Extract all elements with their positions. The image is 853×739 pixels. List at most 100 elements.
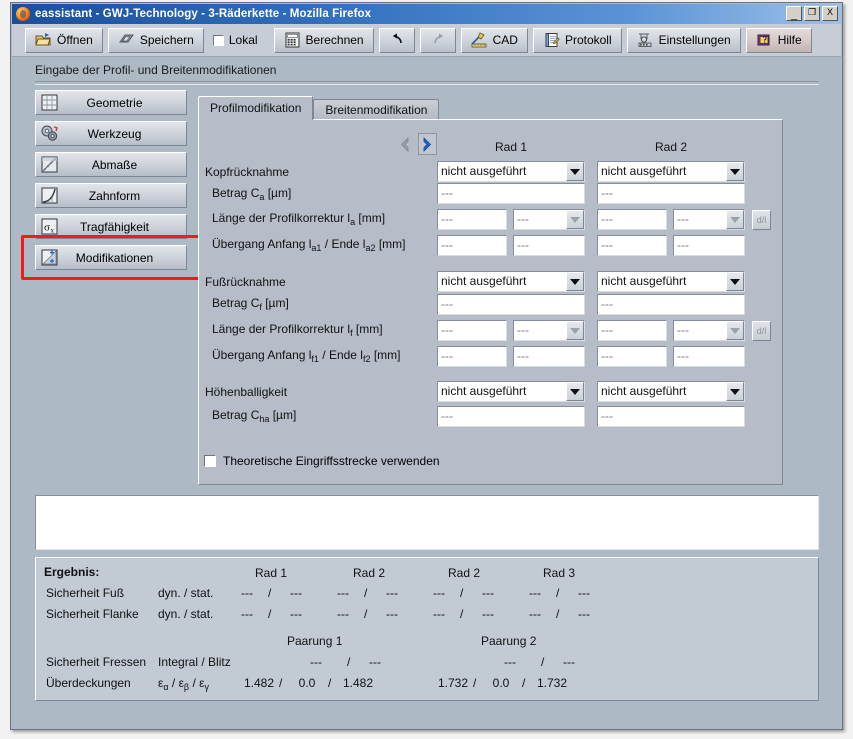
select-value: nicht ausgeführt <box>441 384 527 398</box>
modify-icon <box>40 248 59 267</box>
results-col-header-1: Rad 1 <box>255 566 288 580</box>
sidebar-item-abmasse[interactable]: Abmaße <box>35 152 187 177</box>
uebergang-la1-rad2[interactable]: --- <box>597 235 667 256</box>
results-row-unit-2: dyn. / stat. <box>158 607 214 621</box>
uebergang-lf2-rad1[interactable]: --- <box>513 346 585 367</box>
maximize-button[interactable]: ❐ <box>804 6 820 21</box>
minimize-button[interactable]: _ <box>786 6 802 21</box>
chevron-left-icon <box>400 136 409 152</box>
uebergang-lf2-rad2[interactable]: --- <box>673 346 745 367</box>
redo-button[interactable] <box>419 27 456 53</box>
window-title-bar: eassistant - GWJ-Technology - 3-Räderket… <box>12 4 841 24</box>
protocol-button-label: Protokoll <box>564 33 612 47</box>
uebergang-lf1-rad1[interactable]: --- <box>437 346 507 367</box>
dl-toggle-button-kopf[interactable]: d/l <box>752 210 771 230</box>
local-checkbox[interactable]: Lokal <box>209 28 264 53</box>
pairing-header-2: Paarung 2 <box>481 634 537 648</box>
uebergang-la1-rad1[interactable]: --- <box>437 235 507 256</box>
redo-icon <box>431 32 445 48</box>
window-controls: _ ❐ X <box>786 6 838 21</box>
theoretical-path-checkbox[interactable]: Theoretische Eingriffsstrecke verwenden <box>204 454 440 468</box>
results-row-unit-1: dyn. / stat. <box>158 586 214 600</box>
label-uebergang-la: Übergang Anfang la1 / Ende la2 [mm] <box>212 237 406 253</box>
results-value: --- <box>482 586 494 600</box>
wheel-pager <box>396 133 437 155</box>
select-value: --- <box>517 323 529 337</box>
sidebar-item-label: Modifikationen <box>75 250 154 265</box>
sidebar-item-modifikationen[interactable]: Modifikationen <box>35 245 187 270</box>
laenge-la-rad2-value[interactable]: --- <box>597 209 667 230</box>
label-laenge-lf: Länge der Profilkorrektur lf [mm] <box>212 322 383 338</box>
results-value: --- <box>578 586 590 600</box>
chevron-down-icon <box>726 272 744 291</box>
laenge-lf-rad2-unit[interactable]: --- <box>673 320 745 341</box>
pair-row-label-1: Sicherheit Fressen <box>46 655 147 669</box>
betrag-ca-rad2[interactable]: --- <box>597 183 745 204</box>
laenge-lf-rad2-value[interactable]: --- <box>597 320 667 341</box>
dl-toggle-button-fuss[interactable]: d/l <box>752 321 771 341</box>
close-button[interactable]: X <box>822 6 838 21</box>
hoehenballigkeit-select-rad2[interactable]: nicht ausgeführt <box>597 381 745 402</box>
save-button[interactable]: Speichern <box>107 27 204 53</box>
sidebar-item-label: Zahnform <box>88 188 141 203</box>
curve-icon <box>40 186 59 205</box>
calculate-button[interactable]: Berechnen <box>273 27 374 53</box>
tab-breitenmodifikation[interactable]: Breitenmodifikation <box>313 99 440 120</box>
betrag-ca-rad1[interactable]: --- <box>437 183 585 204</box>
select-value: --- <box>677 323 689 337</box>
results-value: --- <box>578 607 590 621</box>
laenge-la-rad1-unit[interactable]: --- <box>513 209 585 230</box>
kopfruecknahme-select-rad2[interactable]: nicht ausgeführt <box>597 161 745 182</box>
sidebar-item-label: Abmaße <box>91 157 138 172</box>
pairing-header-1: Paarung 1 <box>287 634 343 648</box>
next-wheel-button[interactable] <box>418 133 437 155</box>
betrag-cf-rad2[interactable]: --- <box>597 294 745 315</box>
sidebar-item-tragfaehigkeit[interactable]: σ x Tragfähigkeit <box>35 214 187 239</box>
tab-profilmodifikation[interactable]: Profilmodifikation <box>198 96 314 120</box>
sidebar-item-zahnform[interactable]: Zahnform <box>35 183 187 208</box>
application-window: eassistant - GWJ-Technology - 3-Räderket… <box>0 0 853 739</box>
uebergang-la2-rad2[interactable]: --- <box>673 235 745 256</box>
pair-value: 1.732 <box>536 676 568 690</box>
local-checkbox-label: Lokal <box>228 33 258 47</box>
laenge-lf-rad1-value[interactable]: --- <box>437 320 507 341</box>
betrag-cf-rad1[interactable]: --- <box>437 294 585 315</box>
column-header-rad1: Rad 1 <box>495 140 528 154</box>
laenge-la-rad1-value[interactable]: --- <box>437 209 507 230</box>
chevron-down-icon <box>566 321 584 340</box>
results-value: --- <box>290 586 302 600</box>
results-value: --- <box>529 586 541 600</box>
protocol-button[interactable]: Protokoll <box>532 27 622 53</box>
prev-wheel-button[interactable] <box>396 133 415 155</box>
betrag-cha-rad1[interactable]: --- <box>437 406 585 427</box>
uebergang-lf1-rad2[interactable]: --- <box>597 346 667 367</box>
sidebar-item-geometrie[interactable]: Geometrie <box>35 90 187 115</box>
pair-row-unit-1: Integral / Blitz <box>158 655 231 669</box>
settings-button[interactable]: Einstellungen <box>626 27 741 53</box>
undo-button[interactable] <box>378 27 415 53</box>
results-separator: / <box>522 676 526 690</box>
results-separator: / <box>364 586 368 600</box>
laenge-la-rad2-unit[interactable]: --- <box>673 209 745 230</box>
laenge-lf-rad1-unit[interactable]: --- <box>513 320 585 341</box>
betrag-cha-rad2[interactable]: --- <box>597 406 745 427</box>
help-button[interactable]: Hilfe <box>745 27 812 53</box>
svg-text:x: x <box>51 227 55 235</box>
label-betrag-cf: Betrag Cf [µm] <box>212 296 289 312</box>
pair-value: 1.732 <box>437 676 469 690</box>
pair-row-label-2: Überdeckungen <box>46 676 131 690</box>
select-value: nicht ausgeführt <box>441 274 527 288</box>
close-icon: X <box>826 7 833 17</box>
chevron-right-icon <box>423 136 432 152</box>
cad-button[interactable]: CAD <box>460 27 528 53</box>
sidebar-item-werkzeug[interactable]: Werkzeug <box>35 121 187 146</box>
results-separator: / <box>556 607 560 621</box>
open-button[interactable]: Öffnen <box>25 27 103 53</box>
hoehenballigkeit-select-rad1[interactable]: nicht ausgeführt <box>437 381 585 402</box>
results-separator: / <box>473 676 477 690</box>
uebergang-la2-rad1[interactable]: --- <box>513 235 585 256</box>
fussruecknahme-select-rad1[interactable]: nicht ausgeführt <box>437 271 585 292</box>
kopfruecknahme-select-rad1[interactable]: nicht ausgeführt <box>437 161 585 182</box>
results-separator: / <box>541 655 545 669</box>
fussruecknahme-select-rad2[interactable]: nicht ausgeführt <box>597 271 745 292</box>
